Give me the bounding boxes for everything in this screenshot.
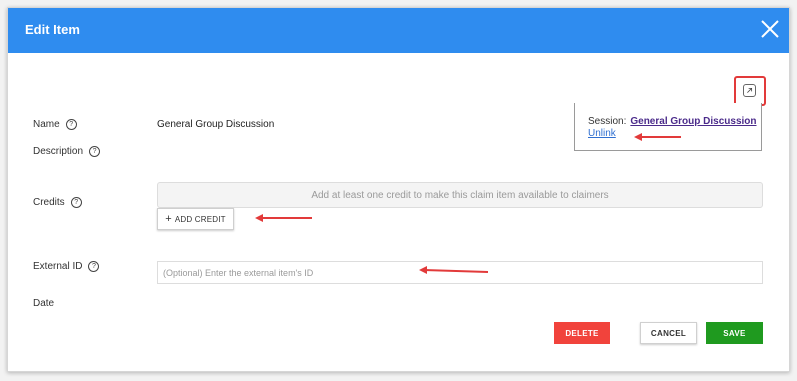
annotation-arrow-external-id — [419, 266, 489, 274]
save-button[interactable]: SAVE — [706, 322, 763, 344]
open-external-icon[interactable] — [743, 84, 756, 97]
external-id-label-row: External ID ? — [33, 261, 100, 272]
dialog-title: Edit Item — [25, 22, 80, 37]
session-link[interactable]: General Group Discussion — [630, 116, 756, 127]
cancel-button[interactable]: CANCEL — [640, 322, 697, 344]
name-label: Name — [33, 119, 60, 130]
name-value: General Group Discussion — [157, 119, 275, 130]
annotation-arrow-unlink — [634, 133, 681, 141]
help-icon[interactable]: ? — [89, 146, 101, 157]
session-line: Session: General Group Discussion — [588, 116, 757, 127]
credits-label: Credits — [33, 197, 65, 208]
name-label-row: Name ? — [33, 119, 77, 130]
plus-icon: + — [165, 213, 172, 225]
help-icon[interactable]: ? — [88, 261, 100, 272]
add-credit-button[interactable]: + ADD CREDIT — [157, 208, 234, 230]
description-label-row: Description ? — [33, 146, 101, 157]
help-icon[interactable]: ? — [70, 197, 82, 208]
annotation-arrow-add-credit — [255, 214, 312, 222]
close-icon[interactable] — [759, 18, 781, 40]
add-credit-label: ADD CREDIT — [174, 214, 226, 224]
session-label: Session: — [588, 116, 627, 127]
date-label-row: Date — [33, 298, 54, 309]
dialog-header: Edit Item — [8, 8, 789, 53]
unlink-link[interactable]: Unlink — [588, 128, 616, 139]
delete-button[interactable]: DELETE — [554, 322, 610, 344]
help-icon[interactable]: ? — [65, 119, 77, 130]
external-id-label: External ID — [33, 261, 83, 272]
session-popover: Session: General Group Discussion Unlink — [574, 103, 762, 151]
credits-label-row: Credits ? — [33, 197, 82, 208]
date-label: Date — [33, 298, 55, 309]
edit-item-dialog: Edit Item Name ? General Group Discussio… — [7, 7, 790, 372]
link-icon-highlight — [734, 76, 766, 106]
credits-empty-state: Add at least one credit to make this cla… — [157, 182, 763, 208]
description-label: Description — [33, 146, 84, 157]
